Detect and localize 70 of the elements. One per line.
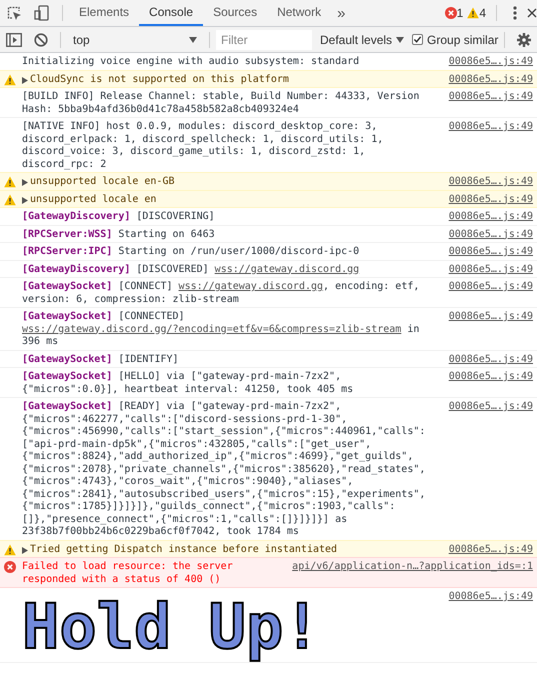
warning-icon bbox=[4, 176, 16, 188]
styled-log-text: Hold Up! bbox=[22, 591, 321, 661]
source-link[interactable]: 00086e5….js:49 bbox=[448, 354, 533, 366]
panel-tab[interactable]: Sources bbox=[203, 0, 268, 26]
source-link[interactable]: 00086e5….js:49 bbox=[448, 121, 533, 134]
caret-icon bbox=[189, 36, 197, 42]
expand-icon[interactable] bbox=[22, 76, 28, 84]
message-text: Tried getting Dispatch instance before instantiated bbox=[30, 544, 338, 556]
source-link[interactable]: 00086e5….js:49 bbox=[448, 311, 533, 324]
context-select[interactable]: top bbox=[67, 32, 203, 46]
message-text: unsupported locale en bbox=[30, 194, 158, 206]
message-text: [RPCServer:WSS] Starting on 6463 bbox=[22, 228, 216, 241]
more-tabs-button[interactable]: » bbox=[331, 4, 352, 22]
source-link[interactable]: 00086e5….js:49 bbox=[448, 591, 533, 604]
source-link[interactable]: 00086e5….js:49 bbox=[448, 228, 533, 241]
error-icon bbox=[444, 7, 457, 19]
source-link[interactable]: 00086e5….js:49 bbox=[448, 91, 533, 104]
source-link[interactable]: api/v6/application-n…?application_ids=:1 bbox=[292, 561, 533, 574]
message-text: [BUILD INFO] Release Channel: stable, Build Number: 44333, Version Hash: 5bba9b4afd36b0d41c78a458b582a8cb409324e4 bbox=[22, 91, 420, 116]
url-link[interactable]: wss://gateway.discord.gg bbox=[178, 281, 324, 292]
expand-icon[interactable] bbox=[22, 546, 28, 554]
message-text: [NATIVE INFO] host 0.0.9, modules: discord_desktop_core: 3, discord_erlpack: 1, discord_spellcheck: 1, discord_utils: 1, discord_voice: 3, discord_game_utils: 1, discord_zstd: 1, discord_rpc: 2 bbox=[22, 121, 384, 171]
source-link[interactable]: 00086e5….js:49 bbox=[448, 194, 533, 206]
source-link[interactable]: 00086e5….js:49 bbox=[448, 74, 533, 86]
expand-icon[interactable] bbox=[22, 196, 28, 204]
warning-count: 4 bbox=[479, 6, 486, 20]
source-link[interactable]: 00086e5….js:49 bbox=[448, 56, 533, 68]
message-text: Initializing voice engine with audio subsystem: standard bbox=[22, 56, 360, 68]
panel-tab[interactable]: Elements bbox=[69, 0, 140, 26]
filter-field[interactable]: Filter bbox=[216, 30, 312, 50]
group-checkbox[interactable] bbox=[412, 34, 424, 45]
warning-icon bbox=[4, 74, 16, 86]
source-link[interactable]: 00086e5….js:49 bbox=[448, 211, 533, 224]
message-text: [GatewaySocket] [READY] via ["gateway-prd-main-7zx2", {"micros":462277,"calls":["discord-sessions-prd-1-30", {"micros":456990,"calls":["start_session",{"micros":440961,"calls":["api-prd-main-dp5k",{"micros":432805,"calls":["get_user", {"micros":8824},"add_authorized_ip",{"micros":4699},"get_guilds", {"micros":2078},"private_channels",{"micros":385620},"read_states", {"micros":4743},"coros_wait",{"micros":9040},"aliases", {"micros":2841},"autosubscribed_users",{"micros":15},"experiments", {"micros":1785}]}]}]},"guilds_connect",{"micros":1903,"calls": []},"presence_connect",{"micros":1,"calls":[]}]}]}] as 23f38b7f00bb24b6c0229ba6cf0f7042, took 1784 ms bbox=[22, 401, 426, 538]
source-link[interactable]: 00086e5….js:49 bbox=[448, 246, 533, 258]
inspect-icon[interactable] bbox=[6, 5, 22, 21]
message-text: [GatewaySocket] [IDENTIFY] bbox=[22, 354, 180, 366]
message-text: [GatewaySocket] [CONNECTED] wss://gateway.discord.gg/?encoding=etf&v=6&compress=zlib-stream in 396 ms bbox=[22, 311, 420, 348]
device-icon[interactable] bbox=[34, 5, 50, 21]
error-count: 1 bbox=[456, 6, 464, 20]
url-link[interactable]: wss://gateway.discord.gg/?encoding=etf&v=6&compress=zlib-stream bbox=[22, 324, 402, 334]
message-text: [GatewaySocket] [HELLO] via ["gateway-prd-main-7zx2", {"micros":0.0}], heartbeat interval: 41250, took 405 ms bbox=[22, 371, 354, 396]
message-text: [GatewayDiscovery] [DISCOVERING] bbox=[22, 211, 216, 224]
warning-icon bbox=[4, 194, 16, 206]
group-similar-label: Group similar bbox=[427, 32, 498, 46]
message-text: [GatewaySocket] [CONNECT] wss://gateway.discord.gg, encoding: etf, version: 6, compression: zlib-stream bbox=[22, 281, 420, 306]
source-link[interactable]: 00086e5….js:49 bbox=[448, 544, 533, 556]
clear-icon[interactable] bbox=[34, 32, 48, 46]
expand-icon[interactable] bbox=[22, 179, 28, 186]
close-icon[interactable] bbox=[527, 8, 537, 18]
message-text: [GatewayDiscovery] [DISCOVERED] wss://gateway.discord.gg bbox=[22, 264, 360, 276]
source-link[interactable]: 00086e5….js:49 bbox=[448, 281, 533, 294]
source-link[interactable]: 00086e5….js:49 bbox=[448, 371, 533, 384]
caret-icon bbox=[396, 36, 404, 42]
sidebar-icon[interactable] bbox=[6, 32, 22, 46]
url-link[interactable]: wss://gateway.discord.gg bbox=[214, 264, 360, 274]
settings-icon[interactable] bbox=[517, 32, 532, 46]
message-text: CloudSync is not supported on this platform bbox=[30, 74, 290, 86]
panel-tab[interactable]: Network bbox=[267, 0, 332, 26]
message-text: Failed to load resource: the server responded with a status of 400 () bbox=[22, 561, 234, 586]
menu-icon[interactable] bbox=[513, 6, 517, 20]
source-link[interactable]: 00086e5….js:49 bbox=[448, 264, 533, 276]
source-link[interactable]: 00086e5….js:49 bbox=[448, 401, 533, 414]
levels-dropdown[interactable]: Default levels bbox=[312, 32, 412, 46]
warning-icon bbox=[467, 7, 480, 19]
source-link[interactable]: 00086e5….js:49 bbox=[448, 176, 533, 188]
warning-icon bbox=[4, 544, 16, 556]
message-text: unsupported locale en-GB bbox=[30, 176, 176, 188]
message-text: [RPCServer:IPC] Starting on /run/user/1000/discord-ipc-0 bbox=[22, 246, 360, 258]
error-icon bbox=[4, 561, 16, 573]
